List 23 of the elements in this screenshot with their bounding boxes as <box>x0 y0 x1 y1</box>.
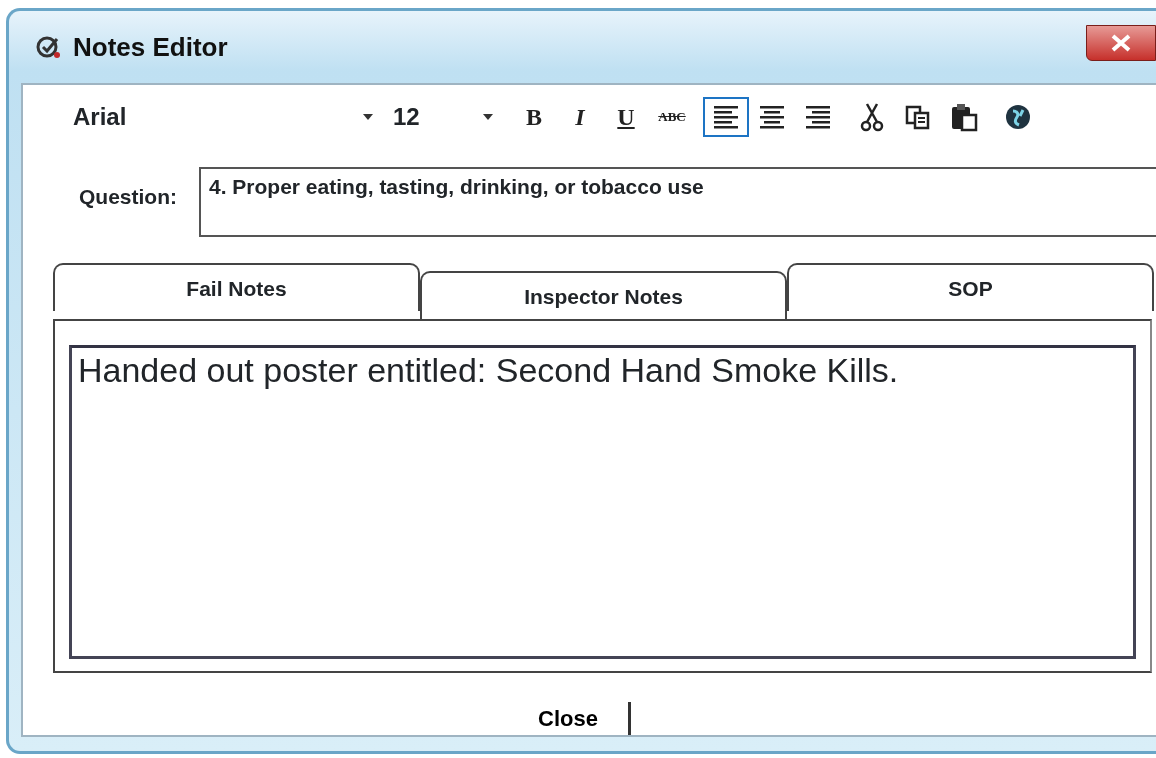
align-left-button[interactable] <box>703 97 749 137</box>
caret-icon <box>363 114 373 120</box>
question-label: Question: <box>79 184 178 210</box>
close-button[interactable]: Close <box>538 702 631 735</box>
tab[interactable]: SOP <box>787 263 1154 311</box>
tab[interactable]: Fail Notes <box>53 263 420 311</box>
copy-icon <box>904 103 932 131</box>
notes-field[interactable]: Handed out poster entitled: Second Hand Smoke Kills. <box>69 345 1136 659</box>
bold-button[interactable]: B <box>511 97 557 137</box>
caret-icon <box>483 114 493 120</box>
question-field[interactable]: 4. Proper eating, tasting, drinking, or tobacco use <box>199 167 1156 237</box>
strikethrough-button[interactable]: ABC <box>649 97 695 137</box>
globe-icon <box>1003 102 1033 132</box>
italic-button[interactable]: I <box>557 97 603 137</box>
tab[interactable]: Inspector Notes <box>420 271 787 319</box>
close-icon <box>1109 33 1133 53</box>
close-button[interactable] <box>1086 25 1156 61</box>
size-dropdown[interactable]: 12 <box>383 99 503 135</box>
clipboard-icon <box>949 102 979 132</box>
window-title: Notes Editor <box>73 30 228 64</box>
font-dropdown[interactable]: Arial <box>63 99 383 135</box>
scissors-icon <box>859 102 885 132</box>
underline-button[interactable]: U <box>603 97 649 137</box>
